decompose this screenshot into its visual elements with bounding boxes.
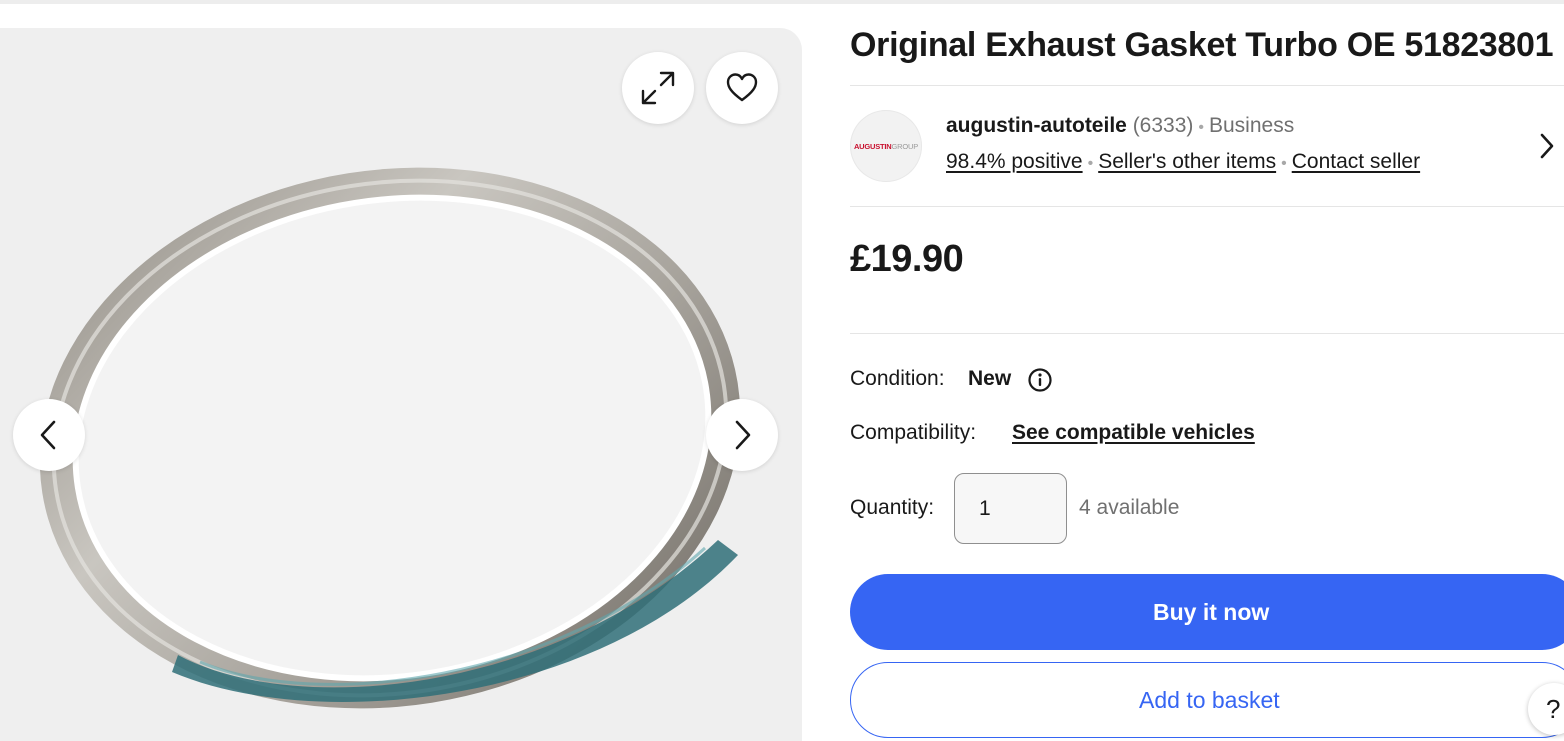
top-border: [0, 0, 1564, 4]
image-gallery: [0, 28, 802, 741]
next-image-button[interactable]: [706, 399, 778, 471]
info-icon[interactable]: [1027, 367, 1053, 393]
price: £19.90: [850, 238, 964, 280]
separator-dot: •: [1198, 119, 1204, 136]
seller-other-items-link[interactable]: Seller's other items: [1098, 150, 1276, 173]
expand-button[interactable]: [622, 52, 694, 124]
heart-icon: [726, 73, 758, 102]
chevron-left-icon: [40, 420, 56, 450]
add-to-watchlist-button[interactable]: [706, 52, 778, 124]
seller-feedback-count: (6333): [1132, 114, 1194, 137]
logo-text-secondary: GROUP: [891, 141, 919, 151]
divider: [850, 333, 1564, 334]
divider: [850, 85, 1564, 86]
product-title: Original Exhaust Gasket Turbo OE 5182380…: [850, 26, 1554, 64]
see-compatible-vehicles-link[interactable]: See compatible vehicles: [1012, 421, 1255, 445]
logo-text-primary: AUGUSTIN: [853, 141, 892, 151]
previous-image-button[interactable]: [13, 399, 85, 471]
expand-icon: [641, 71, 675, 105]
seller-avatar[interactable]: AUGUSTINGROUP: [850, 110, 922, 182]
seller-name[interactable]: augustin-autoteile: [946, 114, 1127, 137]
available-count: 4 available: [1079, 496, 1180, 519]
add-to-basket-button[interactable]: Add to basket: [850, 662, 1564, 738]
quantity-input[interactable]: [954, 473, 1067, 544]
seller-info: augustin-autoteile (6333) • Business: [946, 114, 1294, 138]
separator-dot: •: [1281, 155, 1287, 172]
contact-seller-link[interactable]: Contact seller: [1292, 150, 1420, 173]
buy-it-now-button[interactable]: Buy it now: [850, 574, 1564, 650]
separator-dot: •: [1087, 155, 1094, 172]
chevron-right-icon: [735, 420, 751, 450]
condition-value: New: [968, 367, 1012, 390]
condition-label: Condition:: [850, 367, 945, 390]
positive-feedback-link[interactable]: 98.4% positive: [946, 150, 1083, 173]
product-image[interactable]: [0, 28, 802, 741]
seller-logo: AUGUSTINGROUP: [854, 142, 918, 151]
compatibility-label: Compatibility:: [850, 421, 977, 444]
divider: [850, 206, 1564, 207]
seller-links: 98.4% positive • Seller's other items • Cont…: [946, 150, 1420, 174]
seller-chevron-right-icon[interactable]: [1538, 131, 1556, 161]
seller-type: Business: [1209, 114, 1295, 137]
quantity-label: Quantity:: [850, 496, 935, 519]
